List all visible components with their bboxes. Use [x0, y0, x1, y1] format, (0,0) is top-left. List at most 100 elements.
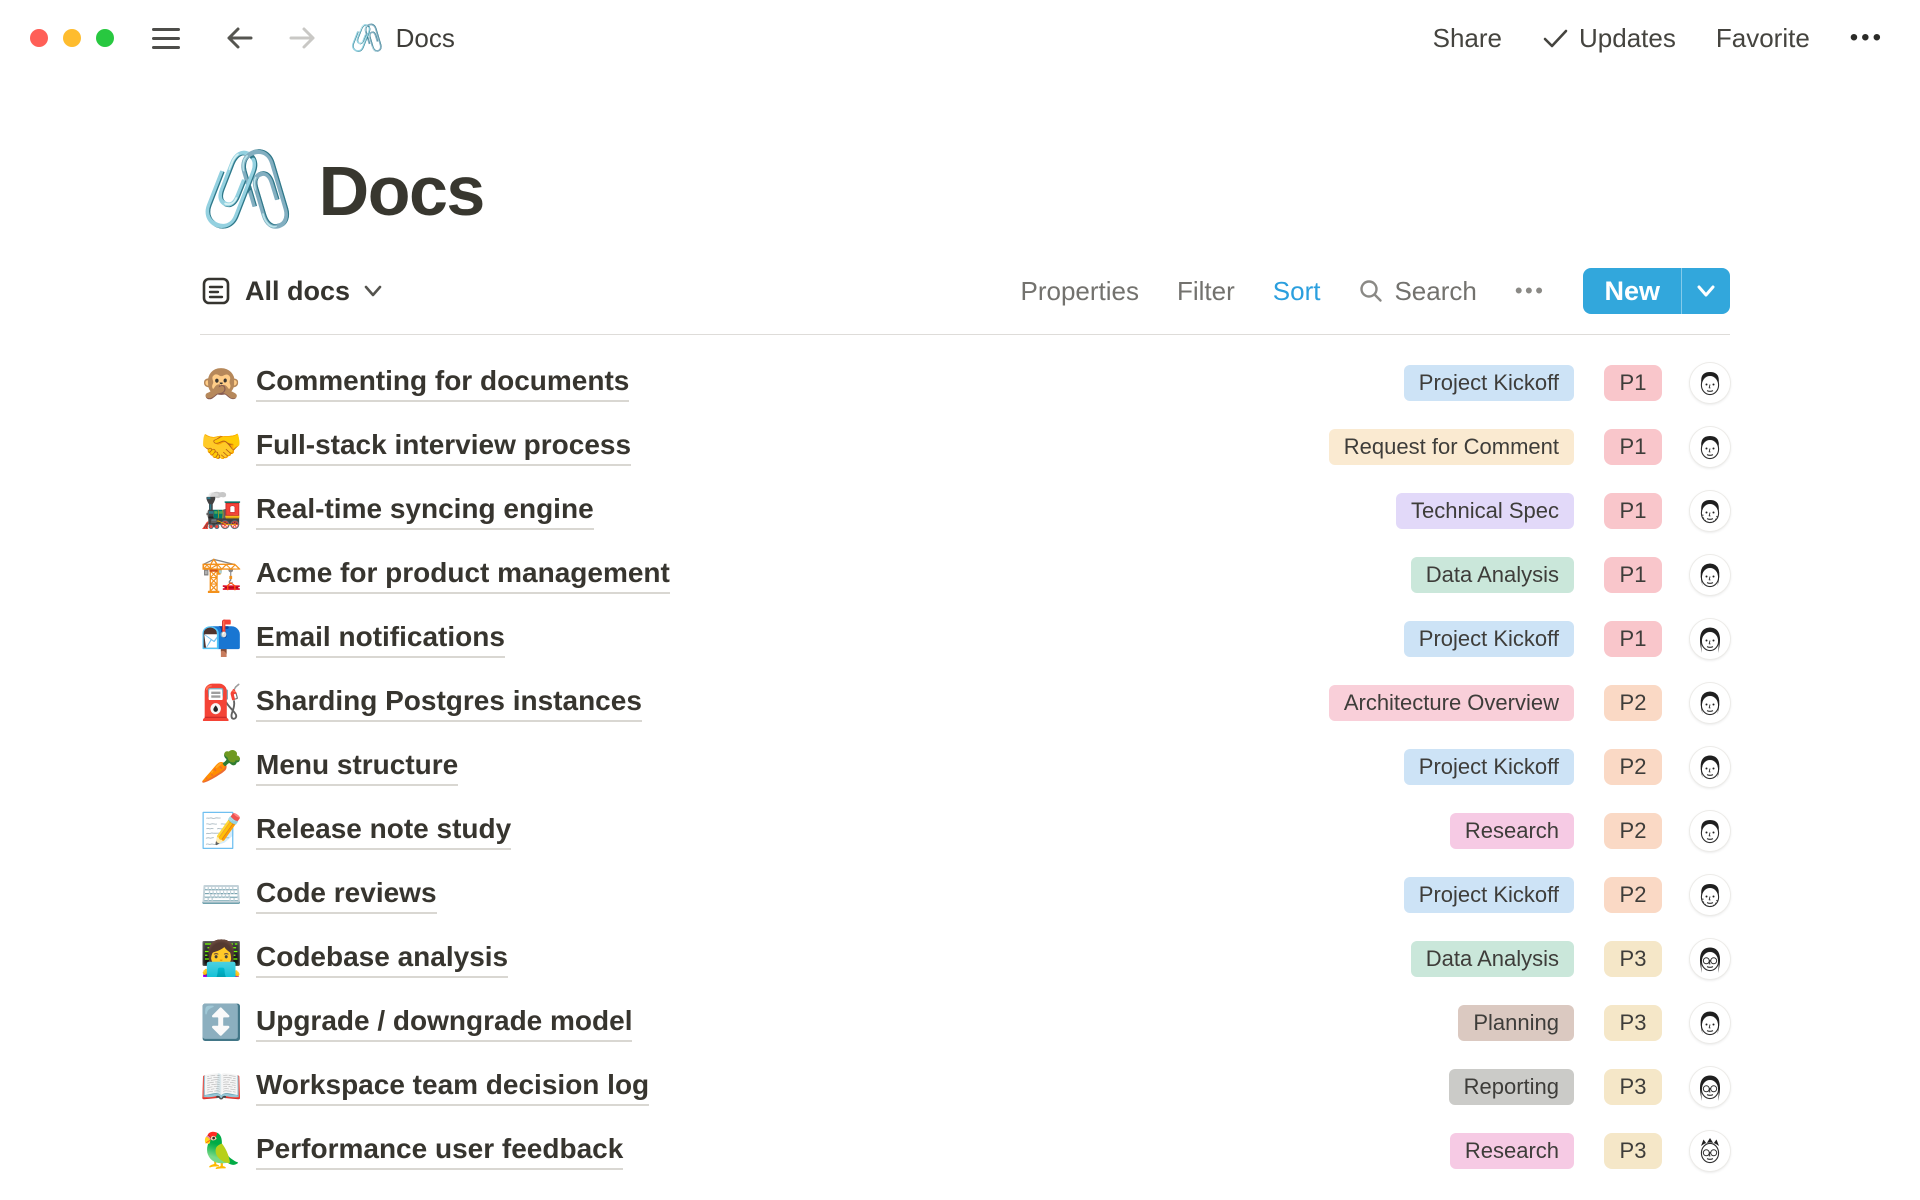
- doc-title-link[interactable]: Sharding Postgres instances: [256, 685, 642, 722]
- assignee-avatar[interactable]: [1690, 1003, 1730, 1043]
- priority-badge[interactable]: P3: [1604, 1069, 1662, 1105]
- doc-type-tag[interactable]: Planning: [1458, 1005, 1574, 1041]
- doc-row[interactable]: 📖 Workspace team decision log Reporting …: [200, 1055, 1730, 1119]
- updates-button[interactable]: Updates: [1542, 23, 1676, 54]
- favorite-button[interactable]: Favorite: [1716, 23, 1810, 54]
- sidebar-toggle-icon[interactable]: [152, 28, 180, 49]
- doc-type-tag[interactable]: Reporting: [1449, 1069, 1574, 1105]
- doc-title-link[interactable]: Workspace team decision log: [256, 1069, 649, 1106]
- doc-row[interactable]: ↕️ Upgrade / downgrade model Planning P3: [200, 991, 1730, 1055]
- doc-title-link[interactable]: Acme for product management: [256, 557, 670, 594]
- open-book-icon: 📖: [200, 1070, 246, 1104]
- doc-title-link[interactable]: Code reviews: [256, 877, 437, 914]
- zoom-window-button[interactable]: [96, 29, 114, 47]
- doc-row[interactable]: 🙊 Commenting for documents Project Kicko…: [200, 351, 1730, 415]
- doc-row[interactable]: ⌨️ Code reviews Project Kickoff P2: [200, 863, 1730, 927]
- doc-row[interactable]: 📬 Email notifications Project Kickoff P1: [200, 607, 1730, 671]
- assignee-avatar[interactable]: [1690, 555, 1730, 595]
- doc-type-tag[interactable]: Request for Comment: [1329, 429, 1574, 465]
- doc-list-view-icon: [200, 275, 232, 307]
- priority-badge[interactable]: P1: [1604, 557, 1662, 593]
- minimize-window-button[interactable]: [63, 29, 81, 47]
- doc-row[interactable]: 🦜 Performance user feedback Research P3: [200, 1119, 1730, 1183]
- assignee-avatar[interactable]: [1690, 747, 1730, 787]
- priority-badge[interactable]: P3: [1604, 1005, 1662, 1041]
- doc-type-tag[interactable]: Data Analysis: [1411, 941, 1574, 977]
- close-window-button[interactable]: [30, 29, 48, 47]
- doc-title-link[interactable]: Commenting for documents: [256, 365, 629, 402]
- mailbox-with-raised-flag-icon: 📬: [200, 622, 246, 656]
- doc-title-link[interactable]: Email notifications: [256, 621, 505, 658]
- priority-badge[interactable]: P1: [1604, 429, 1662, 465]
- doc-list: 🙊 Commenting for documents Project Kicko…: [200, 335, 1730, 1183]
- priority-badge[interactable]: P3: [1604, 1133, 1662, 1169]
- parrot-icon: 🦜: [200, 1134, 246, 1168]
- properties-button[interactable]: Properties: [1021, 276, 1140, 307]
- view-more-options-button[interactable]: •••: [1515, 278, 1546, 304]
- assignee-avatar[interactable]: [1690, 875, 1730, 915]
- doc-type-tag[interactable]: Project Kickoff: [1404, 749, 1574, 785]
- assignee-avatar[interactable]: [1690, 1131, 1730, 1171]
- doc-type-tag[interactable]: Research: [1450, 1133, 1574, 1169]
- doc-row[interactable]: 🏗️ Acme for product management Data Anal…: [200, 543, 1730, 607]
- priority-badge[interactable]: P1: [1604, 621, 1662, 657]
- doc-title-link[interactable]: Upgrade / downgrade model: [256, 1005, 632, 1042]
- paperclip-page-icon[interactable]: 🖇️: [200, 152, 295, 228]
- doc-title-link[interactable]: Codebase analysis: [256, 941, 508, 978]
- view-switcher-all-docs[interactable]: All docs: [200, 275, 383, 307]
- view-label: All docs: [245, 276, 350, 307]
- doc-row[interactable]: ⛽ Sharding Postgres instances Architectu…: [200, 671, 1730, 735]
- back-button[interactable]: [222, 22, 256, 54]
- building-construction-icon: 🏗️: [200, 558, 246, 592]
- doc-row[interactable]: 🤝 Full-stack interview process Request f…: [200, 415, 1730, 479]
- priority-badge[interactable]: P3: [1604, 941, 1662, 977]
- assignee-avatar[interactable]: [1690, 363, 1730, 403]
- assignee-avatar[interactable]: [1690, 619, 1730, 659]
- priority-badge[interactable]: P2: [1604, 813, 1662, 849]
- doc-title-link[interactable]: Release note study: [256, 813, 511, 850]
- doc-type-tag[interactable]: Project Kickoff: [1404, 365, 1574, 401]
- assignee-avatar[interactable]: [1690, 427, 1730, 467]
- share-button[interactable]: Share: [1433, 23, 1502, 54]
- window-title: Docs: [396, 23, 455, 54]
- carrot-icon: 🥕: [200, 750, 246, 784]
- doc-row[interactable]: 📝 Release note study Research P2: [200, 799, 1730, 863]
- doc-title-link[interactable]: Full-stack interview process: [256, 429, 631, 466]
- search-button[interactable]: Search: [1358, 276, 1476, 307]
- page-header: 🖇️ Docs: [200, 152, 1730, 228]
- new-doc-button[interactable]: New: [1583, 268, 1681, 314]
- sort-button[interactable]: Sort: [1273, 276, 1321, 307]
- new-doc-dropdown-button[interactable]: [1682, 268, 1730, 314]
- forward-button[interactable]: [286, 22, 320, 54]
- assignee-avatar[interactable]: [1690, 683, 1730, 723]
- priority-badge[interactable]: P2: [1604, 749, 1662, 785]
- doc-type-tag[interactable]: Technical Spec: [1396, 493, 1574, 529]
- assignee-avatar[interactable]: [1690, 1067, 1730, 1107]
- doc-type-tag[interactable]: Architecture Overview: [1329, 685, 1574, 721]
- filter-button[interactable]: Filter: [1177, 276, 1235, 307]
- doc-row[interactable]: 🚂 Real-time syncing engine Technical Spe…: [200, 479, 1730, 543]
- doc-row[interactable]: 👩‍💻 Codebase analysis Data Analysis P3: [200, 927, 1730, 991]
- doc-type-tag[interactable]: Data Analysis: [1411, 557, 1574, 593]
- doc-title-link[interactable]: Menu structure: [256, 749, 458, 786]
- doc-type-tag[interactable]: Research: [1450, 813, 1574, 849]
- doc-row[interactable]: 🥕 Menu structure Project Kickoff P2: [200, 735, 1730, 799]
- assignee-avatar[interactable]: [1690, 939, 1730, 979]
- speak-no-evil-monkey-icon: 🙊: [200, 366, 246, 400]
- priority-badge[interactable]: P2: [1604, 685, 1662, 721]
- locomotive-icon: 🚂: [200, 494, 246, 528]
- doc-type-tag[interactable]: Project Kickoff: [1404, 877, 1574, 913]
- woman-technologist-icon: 👩‍💻: [200, 942, 246, 976]
- traffic-lights: [30, 29, 114, 47]
- window-more-options-button[interactable]: •••: [1850, 24, 1884, 52]
- priority-badge[interactable]: P2: [1604, 877, 1662, 913]
- breadcrumb: 🖇️ Docs: [350, 23, 455, 54]
- memo-icon: 📝: [200, 814, 246, 848]
- doc-title-link[interactable]: Real-time syncing engine: [256, 493, 594, 530]
- assignee-avatar[interactable]: [1690, 811, 1730, 851]
- doc-type-tag[interactable]: Project Kickoff: [1404, 621, 1574, 657]
- priority-badge[interactable]: P1: [1604, 493, 1662, 529]
- assignee-avatar[interactable]: [1690, 491, 1730, 531]
- doc-title-link[interactable]: Performance user feedback: [256, 1133, 623, 1170]
- priority-badge[interactable]: P1: [1604, 365, 1662, 401]
